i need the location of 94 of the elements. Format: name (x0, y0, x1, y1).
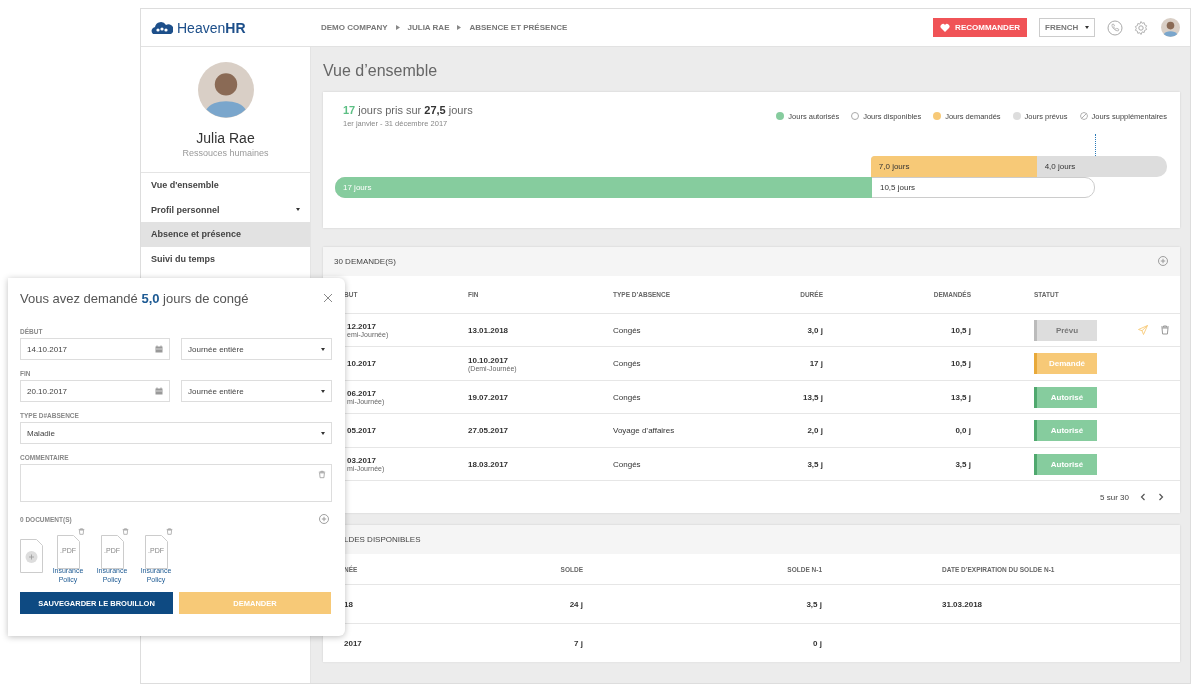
caret-icon (321, 431, 325, 435)
language-select[interactable]: FRENCH (1039, 18, 1095, 37)
profile-name: Julia Rae (196, 130, 255, 146)
table-cell-text: Congés (613, 459, 642, 469)
sidebar-item[interactable]: Suivi du temps (141, 246, 310, 271)
table-cell-text: 12.2017 (347, 322, 377, 331)
caret-icon (321, 389, 325, 393)
table-cell: 17 j (809, 359, 823, 368)
table-cell: 24 j (569, 599, 583, 609)
table-cell-text: 10.10.2017 (468, 355, 510, 365)
caret-icon (1085, 26, 1089, 29)
logo-text[interactable]: HeavenHR (177, 19, 246, 36)
table-cell: 31.03.2018 (942, 599, 983, 609)
add-icon[interactable] (319, 514, 329, 524)
add-document-icon[interactable] (20, 539, 43, 573)
period-select[interactable]: Journée entière (181, 380, 332, 402)
trash-icon[interactable] (122, 528, 129, 536)
settings-icon[interactable] (1133, 19, 1149, 36)
table-cell: 2,0 j (807, 426, 823, 435)
phone-icon[interactable] (1107, 19, 1123, 36)
period-select[interactable]: Journée entière (181, 338, 332, 360)
table-cell: 13,5 j (951, 392, 971, 402)
status-badge: Autorisé (1034, 420, 1097, 441)
table-cell-text: Voyage d’affaires (613, 426, 676, 435)
trash-icon[interactable] (166, 528, 173, 536)
table-cell: 18 (344, 599, 353, 609)
table-cell: 3,5 j (807, 459, 823, 469)
caret-icon (321, 347, 325, 351)
table-cell-text: 27.05.2017 (468, 426, 510, 435)
table-cell-text: 03.2017 (347, 456, 377, 465)
chevron-icon (457, 25, 462, 30)
breadcrumb-link[interactable]: JULIA RAE (407, 23, 450, 32)
dialog-title: Vous avez demandé 5,0 jours de congé (20, 290, 249, 306)
trash-icon[interactable] (318, 470, 326, 479)
sidebar-item[interactable]: Profil personnel (141, 197, 310, 222)
table-cell-text: 18.03.2017 (468, 459, 510, 469)
table-cell: 10,5 j (951, 359, 971, 368)
table-cell-text: 10.2017 (347, 359, 377, 368)
date-field[interactable]: 20.10.2017 (20, 380, 170, 402)
card-title: 30 DEMANDE(S) (334, 256, 396, 266)
profile-role: Ressouces humaines (182, 148, 269, 158)
breadcrumb-link[interactable]: DEMO COMPANY (321, 23, 388, 32)
table-cell: 3,0 j (807, 325, 823, 335)
add-icon[interactable] (1158, 256, 1168, 267)
avatar (197, 62, 254, 118)
file-icon (100, 535, 124, 570)
bar-label: 10,5 jours (878, 183, 916, 192)
table-cell: 13,5 j (803, 392, 823, 402)
trash-icon[interactable] (1160, 325, 1170, 335)
sidebar-item[interactable]: Vue d'ensemble (141, 173, 310, 198)
card-title: LDES DISPONIBLES (344, 535, 421, 544)
trash-icon[interactable] (78, 528, 85, 536)
calendar-icon (155, 345, 163, 353)
file-icon (144, 535, 168, 570)
table-cell: 7 j (574, 638, 583, 648)
status-badge: Prévu (1034, 319, 1097, 341)
table-cell-text: 05.2017 (347, 426, 377, 435)
table-cell: 0,0 j (955, 426, 971, 435)
heart-icon (940, 23, 951, 32)
sidebar-item[interactable]: Absence et présence (141, 222, 310, 247)
comment-field[interactable] (20, 464, 332, 502)
previous-icon[interactable] (1139, 493, 1147, 502)
breadcrumb-link[interactable]: ABSENCE ET PRÉSENCE (469, 23, 568, 32)
page-title: Vue d’ensemble (323, 61, 439, 81)
send-icon[interactable] (1138, 325, 1148, 335)
table-cell: 3,5 j (955, 459, 971, 469)
absence-type-select[interactable]: Maladie (20, 422, 332, 444)
status-badge: Autorisé (1034, 386, 1097, 408)
table-cell: 10,5 j (951, 325, 971, 335)
table-cell-text: Congés (613, 392, 642, 402)
calendar-icon (155, 387, 163, 395)
table-cell: 3,5 j (806, 599, 822, 609)
logo-icon (151, 21, 173, 34)
pagination-text: 5 sur 30 (1100, 492, 1129, 502)
table-cell-text: 06.2017 (347, 389, 377, 398)
next-icon[interactable] (1157, 493, 1165, 502)
table-cell-text: 13.01.2018 (468, 325, 510, 335)
table-cell-text: Congés (613, 359, 642, 368)
status-badge: Autorisé (1034, 453, 1097, 475)
status-badge: Demandé (1034, 353, 1097, 374)
table-cell-text: Congés (613, 325, 642, 335)
caret-icon (296, 208, 300, 212)
days-summary: 17 jours pris sur 27,5 jours (343, 104, 473, 116)
date-field[interactable]: 14.10.2017 (20, 338, 170, 360)
bar-fill: 17 jours (335, 177, 872, 198)
close-icon[interactable] (323, 293, 333, 303)
file-icon (56, 535, 80, 570)
bar-label: 4,0 jours (1043, 162, 1076, 171)
table-cell: 0 j (813, 638, 822, 648)
avatar[interactable] (1161, 18, 1180, 37)
bar-fill: 7,0 jours (870, 156, 1037, 177)
table-cell-text: 19.07.2017 (468, 392, 510, 402)
table-cell: 2017 (344, 638, 362, 648)
chevron-icon (395, 25, 400, 30)
